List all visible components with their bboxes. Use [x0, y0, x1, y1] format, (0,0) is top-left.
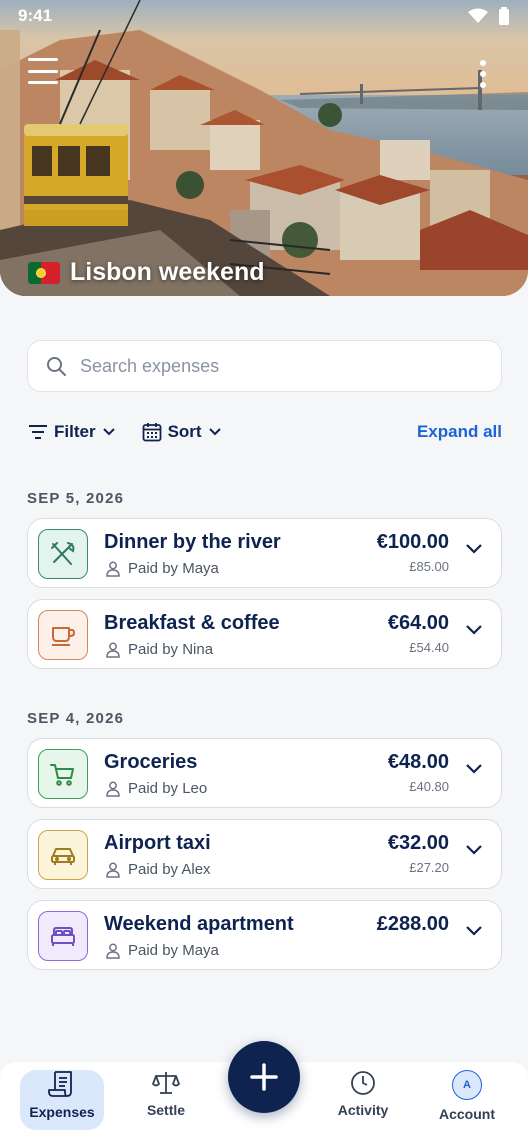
nav-settle[interactable]: Settle	[124, 1070, 208, 1130]
nav-activity-label: Activity	[337, 1102, 389, 1118]
nav-settle-label: Settle	[146, 1102, 186, 1118]
nav-account-label: Account	[439, 1106, 495, 1122]
utensils-icon	[38, 529, 88, 579]
expense-payer: Paid by Alex	[106, 861, 211, 878]
expense-payer: Paid by Maya	[106, 560, 219, 577]
expense-name: Weekend apartment	[104, 913, 294, 935]
expense-payer: Paid by Leo	[106, 780, 207, 797]
filter-button[interactable]: Filter	[28, 422, 116, 442]
chevron-down-icon[interactable]	[465, 921, 483, 939]
status-time: 9:41	[18, 6, 53, 25]
expense-card[interactable]: Groceries Paid by Leo €48.00 £40.80	[27, 738, 502, 808]
clock-icon	[351, 1071, 375, 1095]
expense-name: Dinner by the river	[104, 531, 281, 553]
expense-card[interactable]: Breakfast & coffee Paid by Nina €64.00 £…	[27, 599, 502, 669]
expense-payer: Paid by Nina	[106, 641, 213, 658]
payer-text: Paid by Nina	[128, 641, 214, 658]
expense-card[interactable]: Weekend apartment Paid by Maya £288.00	[27, 900, 502, 970]
expand-all-link[interactable]: Expand all	[417, 422, 502, 442]
converted-amount: £27.20	[409, 860, 449, 875]
scale-icon	[152, 1072, 180, 1094]
status-bar: 9:41	[18, 6, 510, 26]
person-icon	[106, 642, 120, 658]
expense-amount: €64.00	[387, 612, 449, 634]
expense-name: Groceries	[104, 751, 198, 773]
chevron-down-icon	[208, 428, 221, 436]
nav-expenses[interactable]: Expenses	[20, 1070, 104, 1130]
date-header: SEP 5, 2026	[27, 490, 125, 507]
calendar-icon	[142, 423, 161, 442]
expense-amount: €32.00	[387, 832, 449, 854]
menu-icon[interactable]	[28, 58, 58, 84]
payer-text: Paid by Leo	[128, 780, 208, 797]
expense-amount: £288.00	[376, 913, 449, 935]
nav-account[interactable]: A Account	[425, 1070, 509, 1130]
search-input[interactable]	[80, 355, 460, 377]
more-options-icon[interactable]	[477, 60, 489, 88]
payer-text: Paid by Maya	[128, 560, 219, 577]
avatar: A	[452, 1070, 482, 1100]
nav-activity[interactable]: Activity	[321, 1070, 405, 1130]
trip-header-image: 9:41 Lisbon weekend	[0, 0, 528, 296]
converted-amount: £40.80	[409, 779, 449, 794]
chevron-down-icon[interactable]	[465, 620, 483, 638]
trip-title-text: Lisbon weekend	[70, 258, 265, 286]
add-expense-button[interactable]	[228, 1041, 300, 1113]
expense-name: Breakfast & coffee	[104, 612, 280, 634]
converted-amount: £85.00	[409, 559, 449, 574]
chevron-down-icon	[102, 428, 115, 436]
chevron-down-icon[interactable]	[465, 840, 483, 858]
payer-text: Paid by Alex	[128, 861, 211, 878]
payer-text: Paid by Maya	[128, 942, 219, 959]
converted-amount: £54.40	[409, 640, 449, 655]
list-toolbar: Filter Sort Expand all	[28, 420, 502, 444]
person-icon	[106, 781, 120, 797]
sort-label: Sort	[167, 422, 202, 441]
coffee-cup-icon	[38, 610, 88, 660]
chevron-down-icon[interactable]	[465, 539, 483, 557]
battery-icon	[499, 7, 509, 25]
bed-icon	[38, 911, 88, 961]
filter-label: Filter	[54, 422, 96, 441]
person-icon	[106, 943, 120, 959]
search-icon	[47, 357, 66, 376]
car-icon	[38, 830, 88, 880]
wifi-icon	[468, 8, 488, 23]
nav-expenses-label: Expenses	[29, 1104, 95, 1120]
person-icon	[106, 561, 120, 577]
receipt-icon	[48, 1071, 72, 1097]
person-icon	[106, 862, 120, 878]
filter-icon	[29, 425, 47, 439]
lisbon-photo	[0, 0, 528, 296]
trip-title: Lisbon weekend	[28, 258, 264, 287]
sort-button[interactable]: Sort	[142, 422, 222, 442]
expense-name: Airport taxi	[104, 832, 211, 854]
plus-icon	[250, 1063, 278, 1091]
expense-payer: Paid by Maya	[106, 942, 219, 959]
expense-amount: €100.00	[376, 531, 449, 553]
expense-amount: €48.00	[387, 751, 449, 773]
expense-card[interactable]: Dinner by the river Paid by Maya €100.00…	[27, 518, 502, 588]
chevron-down-icon[interactable]	[465, 759, 483, 777]
portugal-flag-icon	[28, 261, 60, 284]
shopping-cart-icon	[38, 749, 88, 799]
expense-card[interactable]: Airport taxi Paid by Alex €32.00 £27.20	[27, 819, 502, 889]
search-bar[interactable]	[27, 340, 502, 392]
date-header: SEP 4, 2026	[27, 710, 125, 727]
